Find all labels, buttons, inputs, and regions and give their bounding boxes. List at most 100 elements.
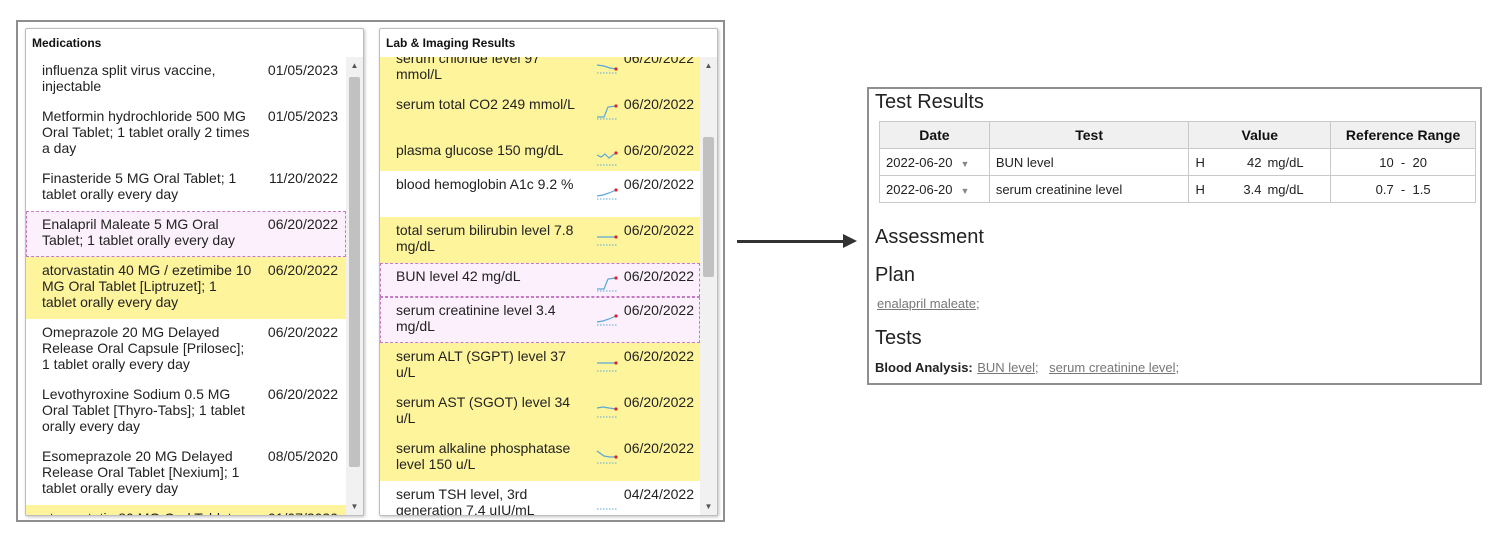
item-name: serum alkaline phosphatase level 150 u/L	[396, 440, 571, 472]
reference-range-cell: 0.7 - 1.5	[1330, 175, 1476, 203]
item-name: serum creatinine level 3.4 mg/dL	[396, 302, 556, 334]
plan-title: Plan	[875, 264, 916, 286]
item-date: 06/20/2022	[623, 440, 694, 456]
list-item[interactable]: serum TSH level, 3rd generation 7.4 uIU/…	[380, 481, 700, 515]
trend-sparkline-icon	[596, 64, 618, 74]
list-item[interactable]: serum ALT (SGPT) level 37 u/L 06/20/2022	[380, 343, 700, 389]
list-item[interactable]: influenza split virus vaccine, injectabl…	[26, 57, 346, 103]
abnormal-flag: H	[1195, 154, 1205, 170]
item-date: 06/20/2022	[623, 176, 694, 192]
dropdown-caret-icon[interactable]: ▼	[961, 159, 970, 169]
item-name: Esomeprazole 20 MG Delayed Release Oral …	[42, 448, 240, 496]
table-row: 2022-06-20 ▼ BUN level H 42 mg/dL 10 - 20	[879, 148, 1476, 176]
item-date: 06/20/2022	[267, 386, 338, 402]
list-item[interactable]: Esomeprazole 20 MG Delayed Release Oral …	[26, 443, 346, 505]
item-name: serum AST (SGOT) level 34 u/L	[396, 394, 571, 426]
item-name: blood hemoglobin A1c 9.2 %	[396, 176, 574, 192]
list-item[interactable]: blood hemoglobin A1c 9.2 % 06/20/2022	[380, 171, 700, 217]
separator: ;	[1035, 360, 1039, 375]
trend-sparkline-icon	[597, 235, 618, 246]
item-date: 06/20/2022	[623, 57, 694, 66]
ref-high: 1.5	[1412, 181, 1431, 197]
item-name: Enalapril Maleate 5 MG Oral Tablet; 1 ta…	[42, 216, 235, 248]
date-value: 2022-06-20	[886, 181, 953, 197]
list-item[interactable]: total serum bilirubin level 7.8 mg/dL 06/…	[380, 217, 700, 263]
list-item[interactable]: serum chloride level 97 mmol/L 06/20/2022	[380, 57, 700, 91]
result-value: 42	[1246, 154, 1262, 170]
medications-list[interactable]: influenza split virus vaccine, injectabl…	[26, 57, 346, 515]
item-date: 04/24/2022	[623, 486, 694, 502]
item-date: 06/20/2022	[267, 262, 338, 278]
list-item[interactable]: atorvastatin 40 MG / ezetimibe 10 MG Ora…	[26, 257, 346, 319]
item-date: 06/20/2022	[623, 96, 694, 112]
lab-results-title: Lab & Imaging Results	[386, 36, 516, 50]
ref-separator: -	[1400, 181, 1406, 197]
plan-link-enalapril[interactable]: enalapril maleate	[877, 296, 976, 311]
trend-sparkline-icon	[597, 361, 618, 372]
item-date: 06/20/2022	[623, 268, 694, 284]
note-panel: Test Results Date Test Value Reference R…	[867, 87, 1482, 385]
ref-low: 0.7	[1375, 181, 1394, 197]
column-header-test: Test	[988, 121, 1190, 149]
lab-results-list[interactable]: serum chloride level 97 mmol/L 06/20/2022…	[380, 57, 700, 515]
assessment-title: Assessment	[875, 226, 984, 248]
trend-sparkline-icon	[596, 151, 618, 166]
item-name: total serum bilirubin level 7.8 mg/dL	[396, 222, 574, 254]
trend-sparkline-icon	[596, 406, 618, 418]
date-cell[interactable]: 2022-06-20 ▼	[879, 175, 990, 203]
item-name: BUN level 42 mg/dL	[396, 268, 521, 284]
item-name: atorvastatin 40 MG / ezetimibe 10 MG Ora…	[42, 262, 252, 310]
separator: ;	[976, 296, 980, 311]
scrollbar-thumb[interactable]	[703, 137, 714, 277]
item-name: Finasteride 5 MG Oral Tablet; 1 tablet o…	[42, 170, 237, 202]
blood-analysis-label: Blood Analysis:	[875, 360, 973, 375]
item-date: 06/20/2022	[623, 302, 694, 318]
list-item[interactable]: Finasteride 5 MG Oral Tablet; 1 tablet o…	[26, 165, 346, 211]
ref-low: 10	[1379, 154, 1394, 170]
medications-scrollbar[interactable]: ▲ ▼	[346, 57, 363, 515]
lab-results-panel: Lab & Imaging Results serum chloride lev…	[379, 28, 718, 516]
scroll-up-icon[interactable]: ▲	[700, 57, 717, 74]
column-header-value: Value	[1188, 121, 1332, 149]
ref-high: 20	[1412, 154, 1427, 170]
list-item[interactable]: serum alkaline phosphatase level 150 u/L…	[380, 435, 700, 481]
result-value: 3.4	[1243, 181, 1262, 197]
lab-results-scrollbar[interactable]: ▲ ▼	[700, 57, 717, 515]
date-value: 2022-06-20	[886, 154, 953, 170]
tests-items: Blood Analysis: BUN level; serum creatin…	[875, 359, 1185, 377]
list-item[interactable]: Metformin hydrochloride 500 MG Oral Tabl…	[26, 103, 346, 165]
list-item[interactable]: Levothyroxine Sodium 0.5 MG Oral Tablet …	[26, 381, 346, 443]
result-unit: mg/dL	[1267, 154, 1304, 170]
list-item[interactable]: serum total CO2 249 mmol/L 06/20/2022	[380, 91, 700, 137]
test-link-bun[interactable]: BUN level	[977, 360, 1035, 375]
test-name-cell: serum creatinine level	[988, 175, 1190, 203]
list-item[interactable]: atorvastatin 80 MG Oral Tablet 01/07/2020	[26, 505, 346, 515]
item-name: serum total CO2 249 mmol/L	[396, 96, 575, 112]
test-link-creatinine[interactable]: serum creatinine level	[1049, 360, 1175, 375]
list-item[interactable]: Enalapril Maleate 5 MG Oral Tablet; 1 ta…	[26, 211, 346, 257]
test-results-title: Test Results	[875, 91, 984, 113]
scroll-down-icon[interactable]: ▼	[700, 498, 717, 515]
item-name: Omeprazole 20 MG Delayed Release Oral Ca…	[42, 324, 245, 372]
value-cell: H 3.4 mg/dL	[1188, 175, 1332, 203]
scroll-down-icon[interactable]: ▼	[346, 498, 363, 515]
column-header-reference-range: Reference Range	[1330, 121, 1476, 149]
list-item[interactable]: plasma glucose 150 mg/dL 06/20/2022	[380, 137, 700, 171]
table-header-row: Date Test Value Reference Range	[879, 121, 1476, 149]
list-item[interactable]: BUN level 42 mg/dL 06/20/2022	[380, 263, 700, 297]
item-date: 11/20/2022	[268, 170, 338, 186]
list-item[interactable]: serum creatinine level 3.4 mg/dL 06/20/20…	[380, 297, 700, 343]
list-item[interactable]: Omeprazole 20 MG Delayed Release Oral Ca…	[26, 319, 346, 381]
item-date: 01/05/2023	[267, 62, 338, 78]
left-container: Medications influenza split virus vaccin…	[16, 20, 725, 522]
scrollbar-thumb[interactable]	[349, 77, 360, 467]
test-results-table: Date Test Value Reference Range 2022-06-…	[879, 121, 1476, 203]
list-item[interactable]: serum AST (SGOT) level 34 u/L 06/20/2022	[380, 389, 700, 435]
item-name: plasma glucose 150 mg/dL	[396, 142, 564, 158]
item-name: serum chloride level 97 mmol/L	[396, 57, 540, 82]
date-cell[interactable]: 2022-06-20 ▼	[879, 148, 990, 176]
scroll-up-icon[interactable]: ▲	[346, 57, 363, 74]
dropdown-caret-icon[interactable]: ▼	[961, 186, 970, 196]
value-cell: H 42 mg/dL	[1188, 148, 1332, 176]
ref-separator: -	[1400, 154, 1406, 170]
